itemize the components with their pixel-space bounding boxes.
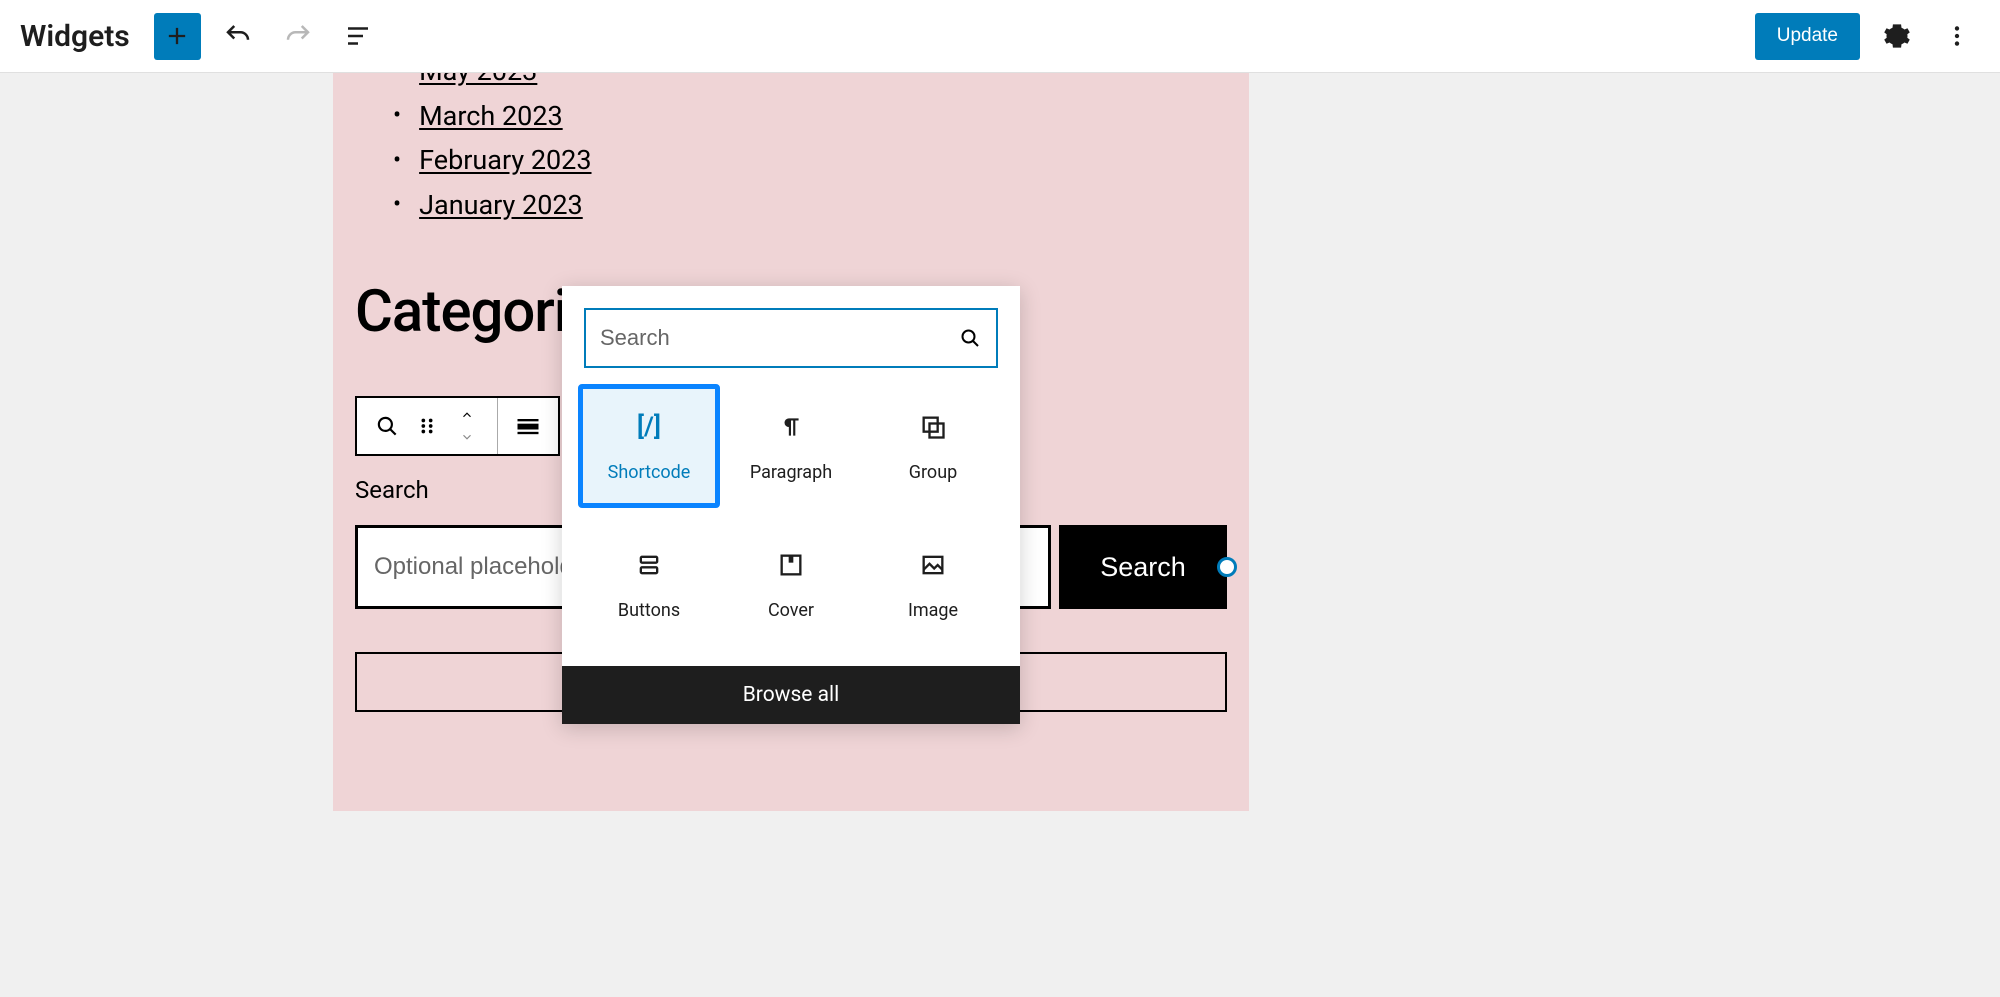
shortcode-icon: [/] [632,410,666,444]
archive-item: May 2023 [393,73,592,94]
drag-handle-button[interactable] [407,406,447,446]
topbar-right: Update [1755,13,1980,60]
redo-button[interactable] [275,13,321,59]
archive-link[interactable]: May 2023 [419,73,537,94]
drag-handle-icon [416,415,438,437]
chevron-down-icon [457,430,477,444]
editor-topbar: Widgets Update [0,0,2000,73]
archive-item: January 2023 [393,183,592,228]
image-icon [916,548,950,582]
redo-icon [283,21,313,51]
block-toolbar [355,396,560,456]
inserter-block-paragraph[interactable]: Paragraph [720,384,862,508]
undo-button[interactable] [215,13,261,59]
block-inserter-toggle-button[interactable] [154,13,201,60]
archive-link[interactable]: January 2023 [419,183,583,228]
inserter-block-shortcode[interactable]: [/] Shortcode [578,384,720,508]
page-title: Widgets [20,19,130,54]
search-icon [958,326,982,350]
inserter-search-input[interactable] [600,325,958,351]
chevron-up-icon [457,408,477,422]
list-view-icon [343,21,373,51]
search-submit-button[interactable]: Search [1059,525,1227,609]
archive-item: March 2023 [393,94,592,139]
move-down-button[interactable] [447,426,487,448]
cover-icon [774,548,808,582]
inserter-block-buttons[interactable]: Buttons [578,522,720,646]
inserter-block-label: Buttons [618,600,680,621]
archive-list: May 2023 March 2023 February 2023 Januar… [393,73,592,227]
settings-button[interactable] [1874,13,1920,59]
inserter-block-label: Image [908,600,958,621]
search-submit-label: Search [1100,552,1186,582]
inserter-block-label: Cover [768,600,814,621]
inserter-search-field[interactable] [584,308,998,368]
list-view-button[interactable] [335,13,381,59]
plus-icon [163,22,191,50]
archive-link[interactable]: March 2023 [419,94,563,139]
inserter-search-wrap [562,286,1020,384]
search-icon [374,413,400,439]
browse-all-button[interactable]: Browse all [562,666,1020,724]
paragraph-icon [774,410,808,444]
inserter-block-image[interactable]: Image [862,522,1004,646]
align-button[interactable] [508,406,548,446]
align-icon [514,412,542,440]
kebab-icon [1944,23,1970,49]
archive-link[interactable]: February 2023 [419,138,591,183]
resize-handle[interactable] [1217,557,1237,577]
toolbar-segment-align [498,398,558,454]
topbar-left: Widgets [20,13,381,60]
group-icon [916,410,950,444]
inserter-block-label: Shortcode [608,462,691,483]
inserter-block-group[interactable]: Group [862,384,1004,508]
inserter-block-label: Group [909,462,957,483]
toolbar-segment-block-type [357,398,498,454]
editor-canvas: May 2023 March 2023 February 2023 Januar… [0,73,2000,997]
buttons-icon [632,548,666,582]
inserter-block-cover[interactable]: Cover [720,522,862,646]
block-type-button[interactable] [367,406,407,446]
inserter-grid: [/] Shortcode Paragraph Group Buttons [562,384,1020,666]
update-button[interactable]: Update [1755,13,1860,60]
topbar-tool-row [154,13,381,60]
move-up-button[interactable] [447,404,487,426]
block-inserter-popover: [/] Shortcode Paragraph Group Buttons [562,286,1020,724]
inserter-block-label: Paragraph [750,462,832,483]
block-movers [447,404,487,448]
gear-icon [1883,22,1911,50]
archive-item: February 2023 [393,138,592,183]
search-block-label[interactable]: Search [355,476,429,504]
more-options-button[interactable] [1934,13,1980,59]
undo-icon [223,21,253,51]
